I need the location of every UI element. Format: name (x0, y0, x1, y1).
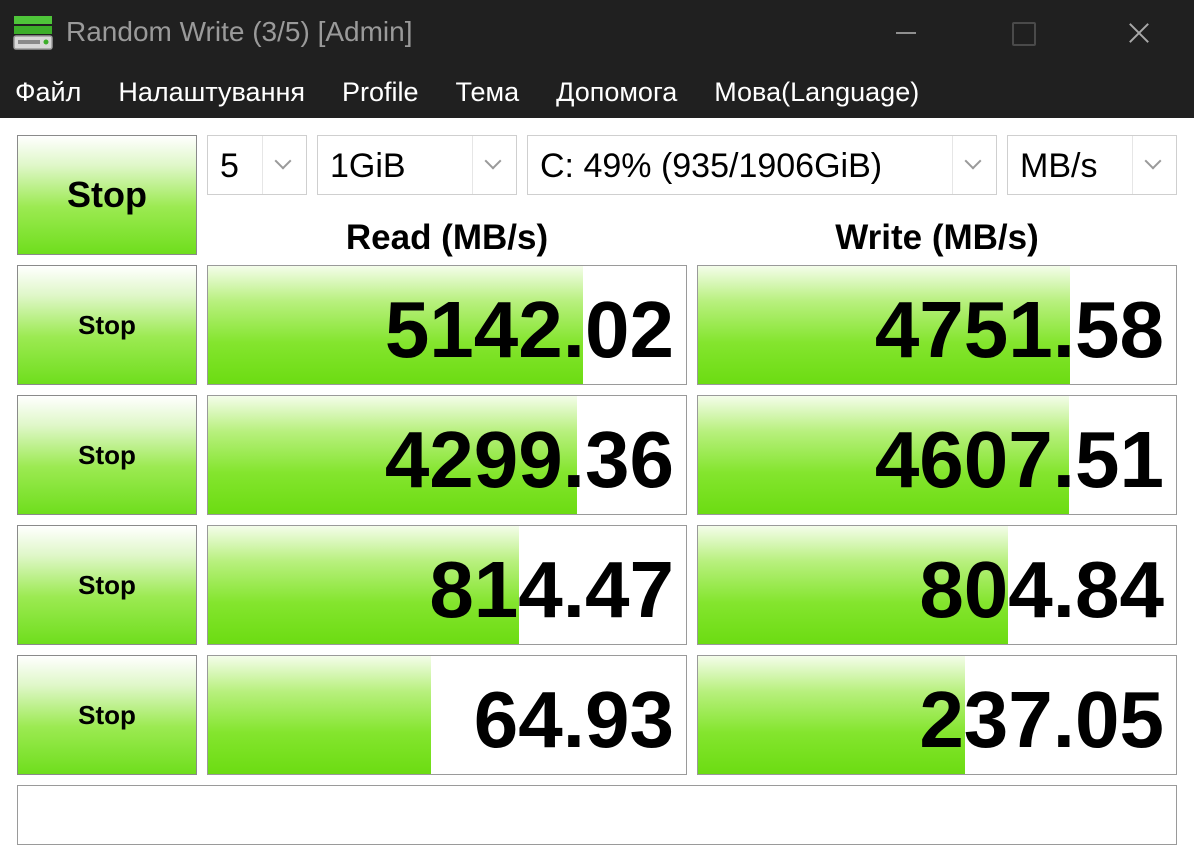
write-value-row-3: 804.84 (919, 545, 1164, 634)
write-value-row-2: 4607.51 (874, 415, 1164, 504)
chevron-down-icon (262, 136, 306, 194)
write-result-row-4: 237.05 (697, 655, 1177, 775)
minimize-button[interactable] (848, 0, 964, 66)
read-result-row-2: 4299.36 (207, 395, 687, 515)
menu-profile[interactable]: Profile (342, 75, 419, 109)
read-header: Read (MB/s) (345, 218, 549, 257)
write-value-row-1: 4751.58 (874, 285, 1164, 374)
test-size-select[interactable]: 1GiB (317, 135, 517, 195)
write-result-row-3: 804.84 (697, 525, 1177, 645)
menu-help[interactable]: Допомога (556, 75, 677, 109)
read-value-row-3: 814.47 (429, 545, 674, 634)
title-bar: Random Write (3/5) [Admin] (0, 0, 1194, 66)
read-result-row-4: 64.93 (207, 655, 687, 775)
write-result-row-2: 4607.51 (697, 395, 1177, 515)
drive-select[interactable]: C: 49% (935/1906GiB) (527, 135, 997, 195)
menu-settings[interactable]: Налаштування (118, 75, 305, 109)
chevron-down-icon (472, 136, 516, 194)
read-result-row-1: 5142.02 (207, 265, 687, 385)
test-count-value: 5 (220, 147, 239, 185)
window-title: Random Write (3/5) [Admin] (66, 16, 413, 47)
drive-value: C: 49% (935/1906GiB) (540, 147, 883, 185)
write-value-row-4: 237.05 (919, 675, 1164, 764)
chevron-down-icon (952, 136, 996, 194)
test-size-value: 1GiB (330, 147, 406, 185)
stop-all-button[interactable]: Stop (17, 135, 197, 255)
write-result-row-1: 4751.58 (697, 265, 1177, 385)
comment-field[interactable] (17, 785, 1177, 845)
write-header: Write (MB/s) (835, 218, 1039, 257)
maximize-button[interactable] (964, 0, 1080, 66)
close-button[interactable] (1080, 0, 1194, 66)
read-bar-row-4 (208, 656, 431, 774)
read-value-row-4: 64.93 (473, 675, 674, 764)
unit-value: MB/s (1020, 147, 1098, 185)
read-result-row-3: 814.47 (207, 525, 687, 645)
menu-theme[interactable]: Тема (456, 75, 520, 109)
unit-select[interactable]: MB/s (1007, 135, 1177, 195)
read-value-row-2: 4299.36 (384, 415, 674, 504)
stop-button-row-2[interactable]: Stop (17, 395, 197, 515)
menu-file[interactable]: Файл (15, 75, 81, 109)
chevron-down-icon (1132, 136, 1176, 194)
test-count-select[interactable]: 5 (207, 135, 307, 195)
disk-benchmark-icon (13, 16, 53, 50)
stop-button-row-3[interactable]: Stop (17, 525, 197, 645)
stop-button-row-4[interactable]: Stop (17, 655, 197, 775)
menu-language[interactable]: Мова(Language) (714, 75, 919, 109)
stop-button-row-1[interactable]: Stop (17, 265, 197, 385)
read-value-row-1: 5142.02 (384, 285, 674, 374)
menu-bar: Файл Налаштування Profile Тема Допомога … (0, 66, 1194, 118)
